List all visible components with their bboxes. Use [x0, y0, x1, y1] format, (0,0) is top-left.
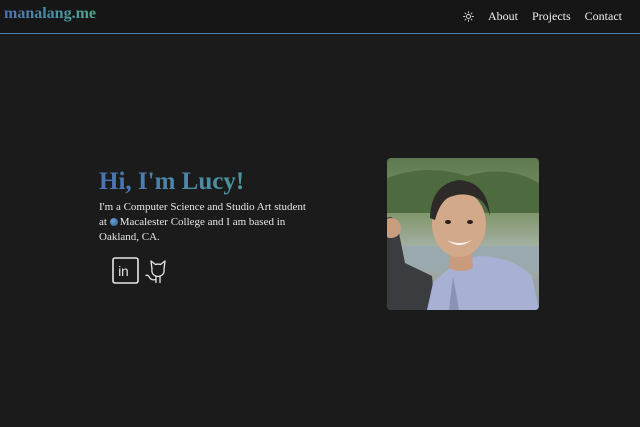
profile-photo	[387, 158, 539, 310]
top-navbar: manalang.me About Projects Contact	[0, 0, 640, 34]
github-icon	[145, 260, 166, 283]
college-name: Macalester College	[119, 216, 205, 228]
sun-icon	[462, 11, 474, 22]
nav-link-contact[interactable]: Contact	[585, 9, 622, 24]
theme-toggle-button[interactable]	[462, 11, 474, 23]
globe-icon	[109, 218, 118, 226]
greeting-heading: Hi, I'm Lucy!	[99, 168, 314, 196]
nav-link-about[interactable]: About	[488, 9, 518, 24]
linkedin-icon: in	[112, 256, 139, 284]
linkedin-link[interactable]: in	[112, 256, 139, 289]
social-links: in	[112, 256, 171, 289]
github-link[interactable]	[143, 256, 171, 289]
profile-photo-image	[387, 158, 539, 310]
nav-menu: About Projects Contact	[462, 9, 622, 24]
bio-text: I'm a Computer Science and Studio Art st…	[99, 200, 314, 245]
nav-link-projects[interactable]: Projects	[532, 9, 571, 24]
site-logo-link[interactable]: manalang.me	[4, 5, 96, 23]
svg-text:in: in	[118, 264, 129, 279]
intro-section: Hi, I'm Lucy! I'm a Computer Science and…	[99, 168, 314, 245]
college-link[interactable]: Macalester College	[109, 216, 205, 228]
